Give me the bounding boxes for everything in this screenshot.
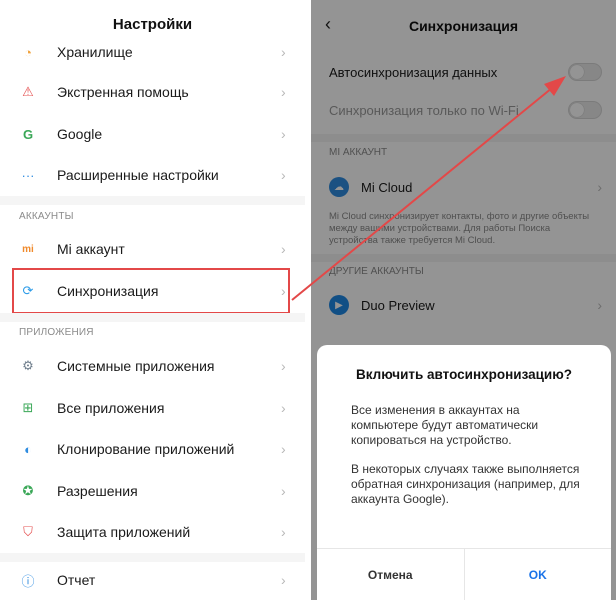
chevron-right-icon: › — [281, 483, 286, 499]
ok-button[interactable]: OK — [465, 549, 612, 600]
mi-icon: mi — [22, 243, 34, 255]
question-icon: ⓘ — [21, 573, 35, 589]
gear-icon: ⚙ — [22, 358, 34, 373]
chevron-right-icon: › — [281, 84, 286, 100]
settings-item-system-apps[interactable]: ⚙ Системные приложения › — [0, 346, 305, 386]
settings-item-google[interactable]: G Google › — [0, 114, 305, 154]
settings-item-clone-apps[interactable]: ◐ Клонирование приложений › — [0, 429, 305, 469]
settings-item-advanced[interactable]: ··· Расширенные настройки › — [0, 155, 305, 195]
warning-icon: ⚠ — [22, 84, 34, 99]
grid-icon: ⊞ — [22, 400, 34, 415]
settings-item-label: Расширенные настройки — [57, 167, 219, 183]
permissions-icon: ✪ — [22, 483, 34, 498]
settings-item-label: Отчет — [57, 572, 96, 588]
more-dots-icon: ··· — [21, 167, 35, 183]
settings-item-report[interactable]: ⓘ Отчет › — [0, 560, 305, 600]
section-divider — [0, 196, 305, 205]
section-divider — [0, 313, 305, 322]
settings-item-label: Все приложения — [57, 400, 165, 416]
dialog-text: В некоторых случаях также выполняется об… — [351, 462, 580, 506]
settings-item-permissions[interactable]: ✪ Разрешения › — [0, 471, 305, 511]
clone-icon: ◐ — [24, 441, 32, 457]
google-icon: G — [22, 126, 34, 142]
chevron-right-icon: › — [281, 400, 286, 416]
chevron-right-icon: › — [281, 167, 286, 183]
settings-item-label: Хранилище — [57, 44, 133, 60]
dialog-body: Все изменения в аккаунтах на компьютере … — [351, 403, 581, 521]
settings-item-emergency[interactable]: ⚠ Экстренная помощь › — [0, 72, 305, 112]
settings-item-all-apps[interactable]: ⊞ Все приложения › — [0, 388, 305, 428]
chevron-right-icon: › — [281, 572, 286, 588]
chevron-right-icon: › — [281, 241, 286, 257]
settings-item-app-lock[interactable]: ⛉ Защита приложений › — [0, 512, 305, 552]
highlight-box — [12, 268, 290, 314]
chevron-right-icon: › — [281, 44, 286, 60]
settings-item-label: Защита приложений — [57, 524, 191, 540]
settings-item-mi-account[interactable]: mi Mi аккаунт › — [0, 229, 305, 269]
settings-item-label: Разрешения — [57, 483, 138, 499]
auto-sync-dialog: Включить автосинхронизацию? Все изменени… — [317, 345, 611, 600]
cancel-button[interactable]: Отмена — [317, 549, 465, 600]
dialog-text: Все изменения в аккаунтах на компьютере … — [351, 403, 539, 447]
shield-icon: ⛉ — [23, 524, 33, 539]
chevron-right-icon: › — [281, 441, 286, 457]
dialog-title: Включить автосинхронизацию? — [355, 367, 573, 382]
settings-item-label: Mi аккаунт — [57, 241, 125, 257]
settings-item-label: Google — [57, 126, 103, 142]
settings-item-label: Системные приложения — [57, 358, 215, 374]
screenshot-composite: Настройки ◔ Хранилище › ⚠ Экстренная пом… — [0, 0, 616, 600]
section-header-apps: ПРИЛОЖЕНИЯ — [19, 327, 94, 338]
chevron-right-icon: › — [281, 358, 286, 374]
section-header-accounts: АККАУНТЫ — [19, 211, 74, 222]
sync-screen: ‹ Синхронизация Автосинхронизация данных… — [311, 0, 616, 600]
settings-item-label: Клонирование приложений — [57, 441, 235, 457]
chevron-right-icon: › — [281, 126, 286, 142]
storage-icon: ◔ — [24, 44, 32, 60]
settings-item-label: Экстренная помощь — [57, 84, 189, 100]
settings-screen: Настройки ◔ Хранилище › ⚠ Экстренная пом… — [0, 0, 305, 600]
chevron-right-icon: › — [281, 524, 286, 540]
dialog-buttons: Отмена OK — [317, 548, 611, 600]
settings-item-storage[interactable]: ◔ Хранилище › — [0, 32, 305, 72]
